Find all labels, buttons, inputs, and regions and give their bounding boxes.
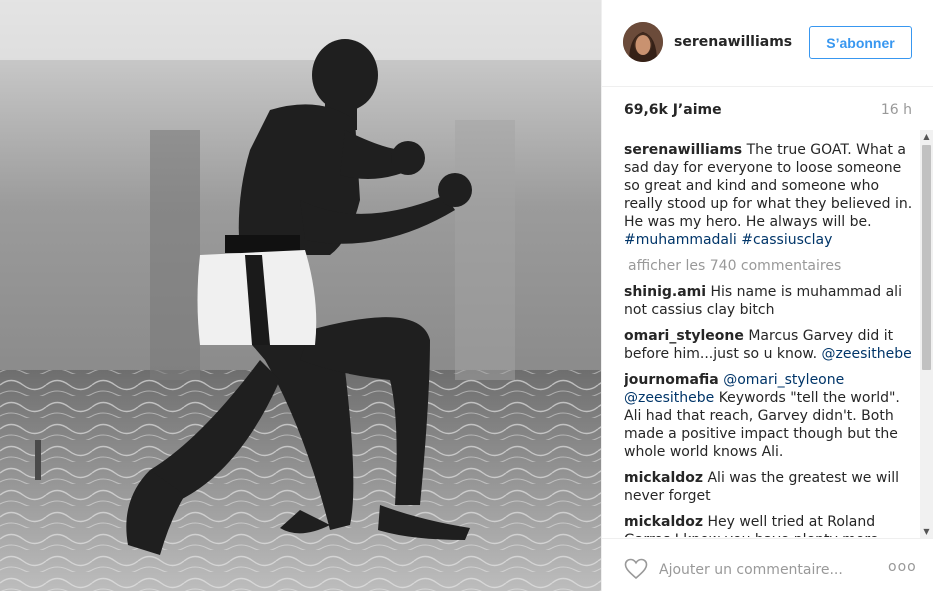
caption-username[interactable]: serenawilliams [624,142,742,158]
post-photo[interactable] [0,0,601,591]
post-author-username[interactable]: serenawilliams [674,34,792,50]
mention-link[interactable]: @zeesithebe [624,390,714,406]
comment-username[interactable]: mickaldoz [624,514,703,530]
post-timestamp[interactable]: 16 h [881,102,912,118]
follow-button[interactable]: S’abonner [809,26,912,59]
comment-item: shinig.ami His name is muhammad ali not … [624,283,914,319]
comment-username[interactable]: journomafia [624,372,719,388]
mention-link[interactable]: @omari_styleone [723,372,844,388]
likes-count[interactable]: 69,6k J’aime [624,102,722,118]
add-comment-input[interactable] [659,560,869,580]
heart-icon[interactable] [624,558,648,580]
comment-username[interactable]: omari_styleone [624,328,744,344]
scrollbar-thumb[interactable] [922,145,931,370]
comment-username[interactable]: shinig.ami [624,284,706,300]
hashtag-link[interactable]: #muhammadali [624,232,737,248]
mention-link[interactable]: @zeesithebe [822,346,912,362]
comment-username[interactable]: mickaldoz [624,470,703,486]
post-stats: 69,6k J’aime 16 h [624,102,912,122]
underwater-boxer-image [0,0,601,591]
post-sidebar: serenawilliams S’abonner 69,6k J’aime 16… [601,0,933,591]
comments-list[interactable]: serenawilliams The true GOAT. What a sad… [624,141,914,537]
comment-item: mickaldoz Ali was the greatest we will n… [624,469,914,505]
chevron-down-icon[interactable]: ▼ [920,525,933,538]
post-footer: ooo [602,538,933,591]
avatar[interactable] [623,22,663,62]
comments-scrollbar[interactable]: ▲ ▼ [920,130,933,538]
avatar-image [623,22,663,62]
more-options-button[interactable]: ooo [888,559,917,575]
caption: serenawilliams The true GOAT. What a sad… [624,141,914,249]
comment-item: omari_styleone Marcus Garvey did it befo… [624,327,914,363]
comment-item: journomafia @omari_styleone @zeesithebe … [624,371,914,461]
hashtag-link[interactable]: #cassiusclay [741,232,832,248]
chevron-up-icon[interactable]: ▲ [920,130,933,143]
show-more-comments-link[interactable]: afficher les 740 commentaires [628,257,914,275]
post-header: serenawilliams S’abonner [602,0,933,87]
comment-item: mickaldoz Hey well tried at Roland Garro… [624,513,914,537]
